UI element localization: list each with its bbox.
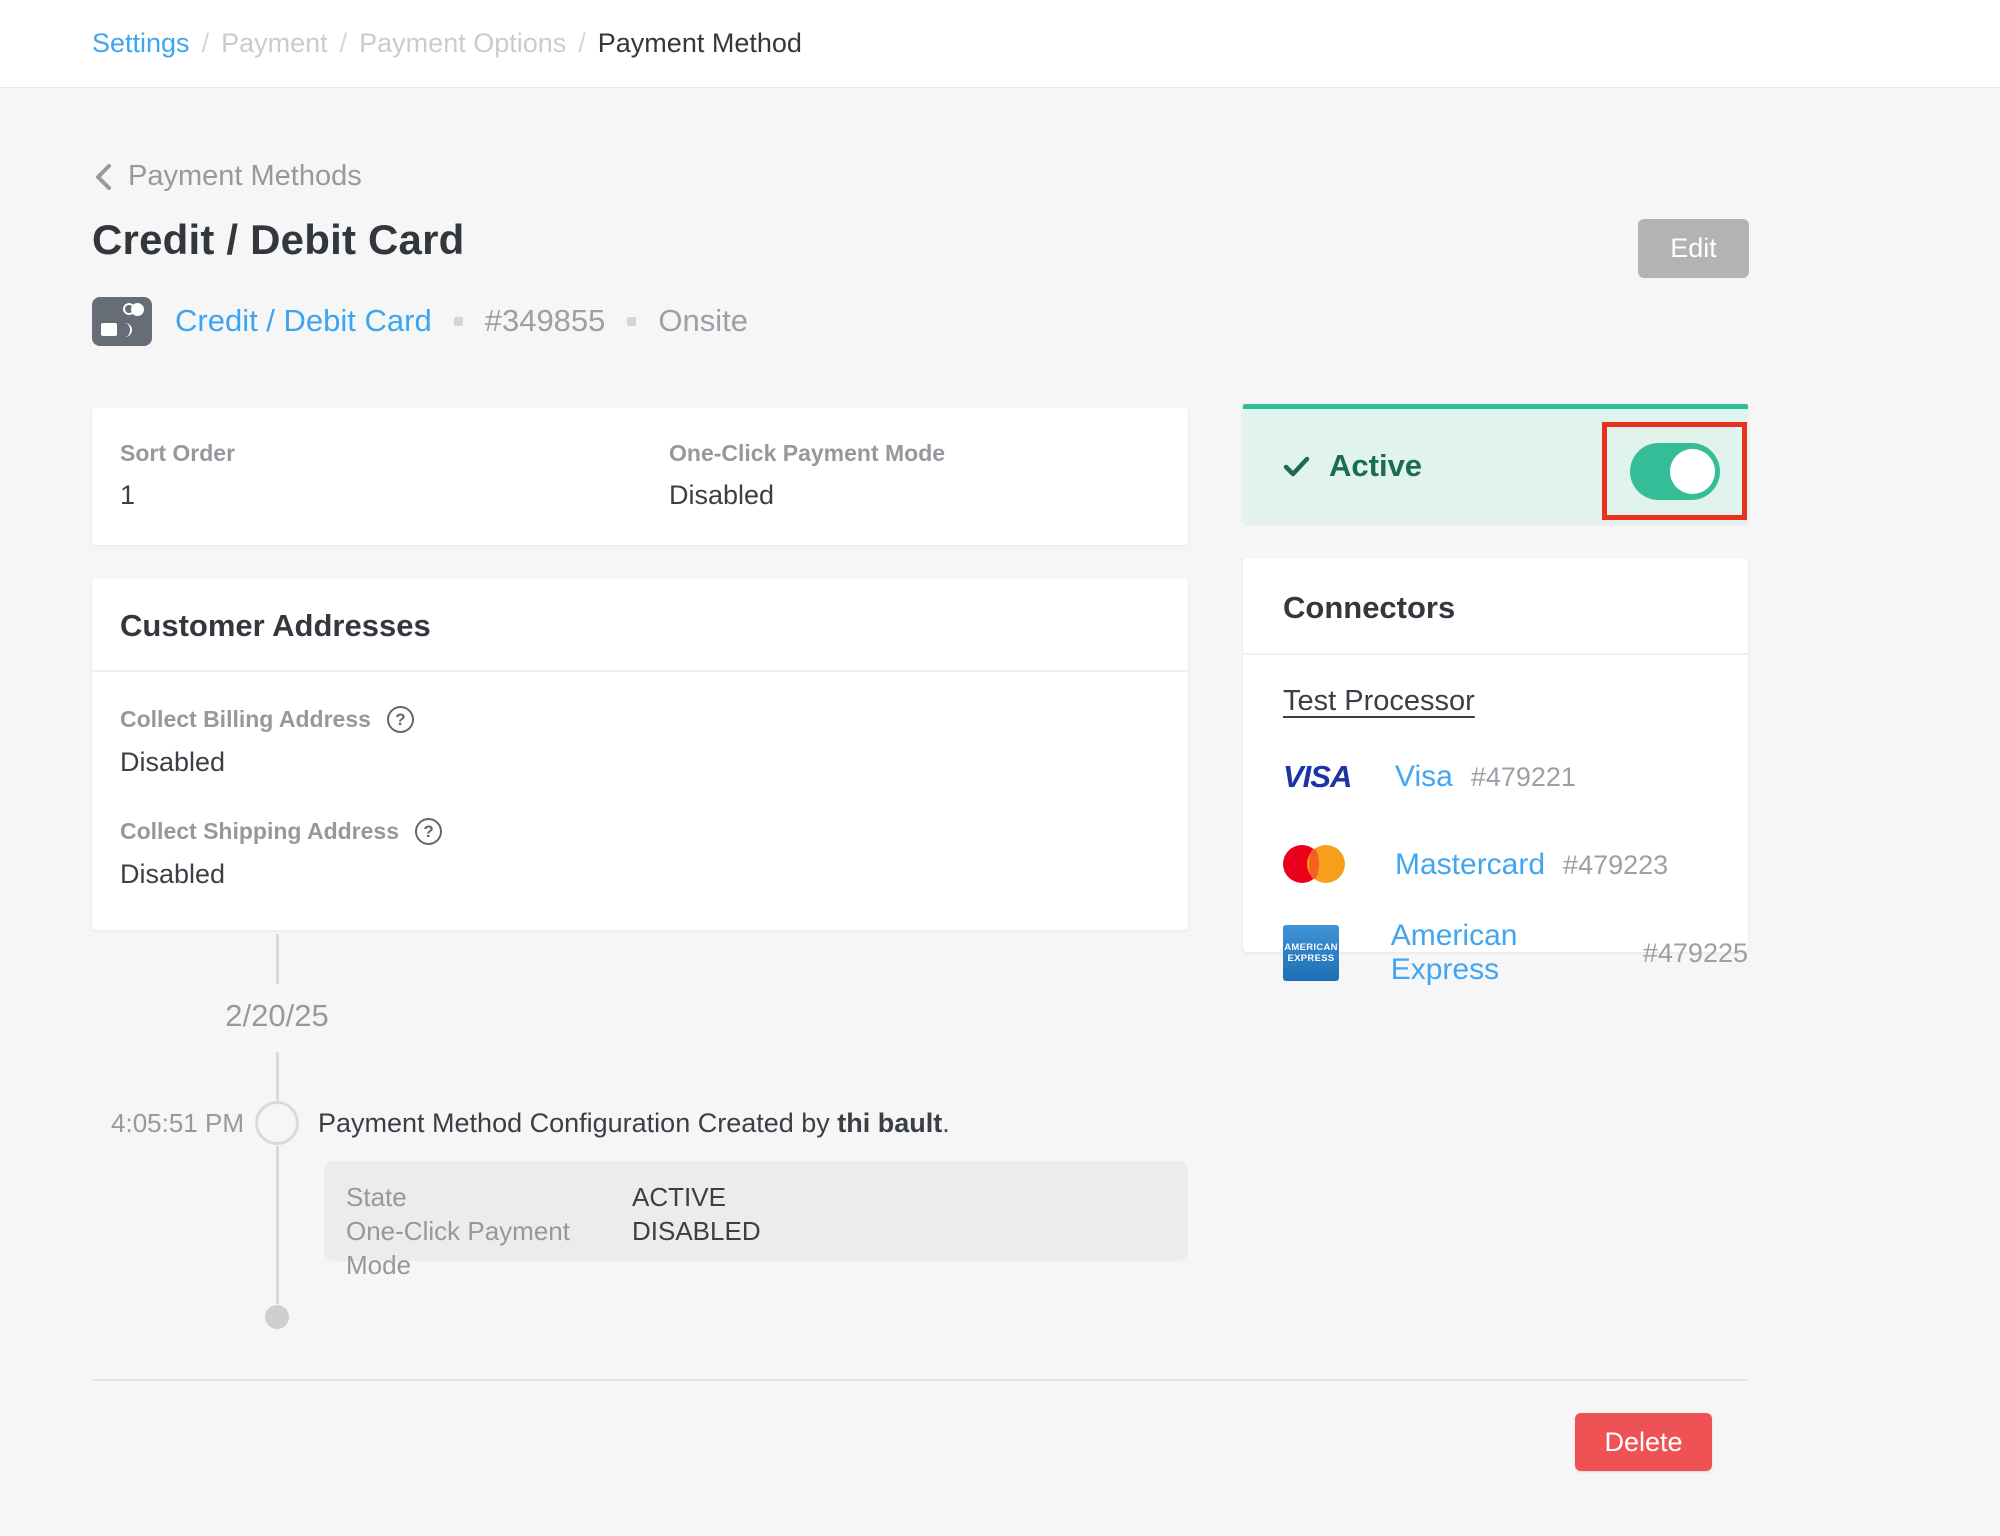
connector-row-amex: AMERICAN EXPRESS American Express #47922… bbox=[1283, 924, 1748, 982]
event-text-prefix: Payment Method Configuration Created by bbox=[318, 1108, 837, 1138]
timeline-event-node bbox=[255, 1101, 299, 1145]
main-column: Sort Order 1 One-Click Payment Mode Disa… bbox=[92, 408, 1188, 1332]
help-icon[interactable]: ? bbox=[387, 706, 414, 733]
breadcrumb-separator: / bbox=[578, 28, 586, 59]
customer-addresses-title: Customer Addresses bbox=[120, 608, 1160, 644]
breadcrumb-payment-method: Payment Method bbox=[598, 28, 802, 59]
timeline-end-dot bbox=[265, 1305, 289, 1329]
timeline-line bbox=[276, 934, 279, 984]
mastercard-logo bbox=[1283, 845, 1345, 885]
edit-button[interactable]: Edit bbox=[1638, 219, 1749, 278]
sort-order-value: 1 bbox=[120, 480, 669, 511]
sort-order-label: Sort Order bbox=[120, 440, 669, 467]
status-panel: Active bbox=[1243, 404, 1748, 523]
event-one-click-value: DISABLED bbox=[632, 1214, 761, 1282]
event-state-value: ACTIVE bbox=[632, 1180, 726, 1214]
event-text-suffix: . bbox=[942, 1108, 950, 1138]
status-label: Active bbox=[1329, 448, 1422, 484]
connector-id-visa: #479221 bbox=[1471, 762, 1576, 793]
chevron-left-icon bbox=[92, 162, 114, 192]
breadcrumb-payment: Payment bbox=[221, 28, 328, 59]
connector-link-visa[interactable]: Visa bbox=[1395, 760, 1453, 794]
collect-shipping-label: Collect Shipping Address bbox=[120, 818, 399, 845]
breadcrumb-separator: / bbox=[202, 28, 210, 59]
collect-billing-label: Collect Billing Address bbox=[120, 706, 371, 733]
connector-id-amex: #479225 bbox=[1643, 938, 1748, 969]
details-card: Sort Order 1 One-Click Payment Mode Disa… bbox=[92, 408, 1188, 545]
help-icon[interactable]: ? bbox=[415, 818, 442, 845]
timeline-event-time: 4:05:51 PM bbox=[92, 1107, 244, 1139]
breadcrumb: Settings / Payment / Payment Options / P… bbox=[0, 0, 2000, 88]
method-channel: Onsite bbox=[658, 303, 748, 339]
page-title: Credit / Debit Card bbox=[92, 216, 465, 264]
event-one-click-label: One-Click Payment Mode bbox=[346, 1214, 632, 1282]
collect-shipping-value: Disabled bbox=[120, 859, 1160, 890]
breadcrumb-payment-options: Payment Options bbox=[359, 28, 566, 59]
connector-link-amex[interactable]: American Express bbox=[1391, 919, 1625, 987]
connector-link-mastercard[interactable]: Mastercard bbox=[1395, 848, 1545, 882]
connectors-title: Connectors bbox=[1283, 590, 1748, 626]
timeline-line bbox=[276, 1146, 279, 1304]
one-click-mode-value: Disabled bbox=[669, 480, 1160, 511]
shipping-address-field: Collect Shipping Address ? Disabled bbox=[120, 818, 1160, 890]
toggle-knob bbox=[1670, 449, 1715, 494]
billing-address-field: Collect Billing Address ? Disabled bbox=[120, 706, 1160, 778]
delete-button[interactable]: Delete bbox=[1575, 1413, 1712, 1471]
active-toggle[interactable] bbox=[1630, 443, 1720, 500]
event-state-label: State bbox=[346, 1180, 632, 1214]
connector-row-mastercard: Mastercard #479223 bbox=[1283, 836, 1748, 894]
timeline-date: 2/20/25 bbox=[157, 998, 397, 1034]
check-icon bbox=[1283, 453, 1310, 480]
amex-logo-text: AMERICAN bbox=[1284, 942, 1338, 953]
amex-logo-text: EXPRESS bbox=[1288, 953, 1335, 964]
annotation-highlight bbox=[1602, 422, 1747, 520]
connector-row-visa: VISA Visa #479221 bbox=[1283, 748, 1748, 806]
bullet-separator bbox=[627, 317, 636, 326]
back-link-label: Payment Methods bbox=[128, 160, 362, 193]
visa-logo: VISA bbox=[1283, 759, 1351, 795]
timeline-line bbox=[276, 1052, 279, 1101]
amex-logo: AMERICAN EXPRESS bbox=[1283, 925, 1339, 981]
side-column: Active Connectors Test Processor VISA Vi… bbox=[1243, 404, 1748, 952]
activity-timeline: 2/20/25 4:05:51 PM Payment Method Config… bbox=[92, 930, 1188, 1332]
one-click-mode-label: One-Click Payment Mode bbox=[669, 440, 1160, 467]
processor-link[interactable]: Test Processor bbox=[1283, 685, 1475, 717]
credit-card-icon bbox=[92, 297, 152, 346]
breadcrumb-settings[interactable]: Settings bbox=[92, 28, 190, 59]
event-actor: thi bault bbox=[837, 1108, 942, 1138]
collect-billing-value: Disabled bbox=[120, 747, 1160, 778]
back-to-payment-methods-link[interactable]: Payment Methods bbox=[92, 160, 362, 193]
method-type-link[interactable]: Credit / Debit Card bbox=[175, 303, 432, 339]
connectors-card: Connectors Test Processor VISA Visa #479… bbox=[1243, 558, 1748, 952]
method-id: #349855 bbox=[485, 303, 606, 339]
bullet-separator bbox=[454, 317, 463, 326]
connector-id-mastercard: #479223 bbox=[1563, 850, 1668, 881]
breadcrumb-separator: / bbox=[340, 28, 348, 59]
footer-divider bbox=[92, 1379, 1748, 1381]
method-summary-row: Credit / Debit Card #349855 Onsite bbox=[92, 296, 748, 346]
customer-addresses-card: Customer Addresses Collect Billing Addre… bbox=[92, 578, 1188, 930]
timeline-event-text: Payment Method Configuration Created by … bbox=[318, 1107, 950, 1139]
timeline-event-details: State ACTIVE One-Click Payment Mode DISA… bbox=[324, 1161, 1188, 1261]
